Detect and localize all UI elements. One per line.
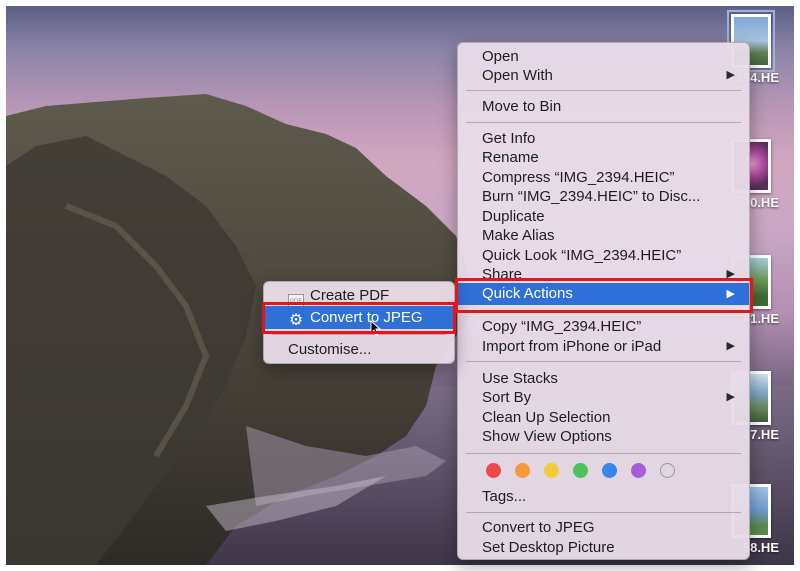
menu-separator: [466, 90, 741, 91]
menu-item-label: Quick Look “IMG_2394.HEIC”: [482, 247, 682, 264]
tag-yellow-dot[interactable]: [544, 463, 559, 478]
menu-item-label: Set Desktop Picture: [482, 539, 615, 556]
menu-separator: [466, 453, 741, 454]
menu-item-label: Duplicate: [482, 208, 545, 225]
menu-item-get-info[interactable]: Get Info: [458, 129, 749, 148]
tag-purple-dot[interactable]: [631, 463, 646, 478]
menu-separator: [466, 512, 741, 513]
submenu-arrow-icon: ▶: [726, 340, 735, 352]
menu-item-label: Open With: [482, 67, 553, 84]
menu-item-rename[interactable]: Rename: [458, 148, 749, 167]
menu-item-quick-look[interactable]: Quick Look “IMG_2394.HEIC”: [458, 246, 749, 265]
menu-item-move-to-bin[interactable]: Move to Bin: [458, 97, 749, 116]
menu-item-set-desktop-picture[interactable]: Set Desktop Picture: [458, 538, 749, 557]
menu-item-make-alias[interactable]: Make Alias: [458, 226, 749, 245]
menu-item-convert-jpeg[interactable]: Convert to JPEG: [458, 518, 749, 537]
menu-item-sort-by[interactable]: Sort By ▶: [458, 388, 749, 407]
menu-item-clean-up[interactable]: Clean Up Selection: [458, 408, 749, 427]
menu-item-tags[interactable]: Tags...: [458, 487, 749, 506]
menu-separator: [272, 334, 446, 335]
menu-item-open-with[interactable]: Open With ▶: [458, 66, 749, 85]
menu-item-label: Show View Options: [482, 428, 612, 445]
menu-item-import-iphone[interactable]: Import from iPhone or iPad ▶: [458, 337, 749, 356]
menu-item-label: Get Info: [482, 130, 536, 147]
tag-red-dot[interactable]: [486, 463, 501, 478]
tag-blue-dot[interactable]: [602, 463, 617, 478]
menu-item-copy[interactable]: Copy “IMG_2394.HEIC”: [458, 317, 749, 336]
menu-item-label: Open: [482, 48, 519, 65]
menu-item-label: Clean Up Selection: [482, 409, 611, 426]
menu-item-label: Use Stacks: [482, 370, 558, 387]
menu-item-use-stacks[interactable]: Use Stacks: [458, 369, 749, 388]
menu-item-open[interactable]: Open: [458, 47, 749, 66]
annotation-highlight-quick-actions: [455, 278, 753, 313]
menu-item-label: Tags...: [482, 488, 527, 505]
tag-orange-dot[interactable]: [515, 463, 530, 478]
submenu-item-customise[interactable]: Customise...: [264, 340, 454, 360]
menu-item-label: Convert to JPEG: [482, 519, 595, 536]
menu-separator: [466, 122, 741, 123]
menu-item-show-view-options[interactable]: Show View Options: [458, 427, 749, 446]
submenu-arrow-icon: ▶: [726, 69, 735, 81]
menu-item-label: Sort By: [482, 389, 532, 406]
menu-item-label: Burn “IMG_2394.HEIC” to Disc...: [482, 188, 701, 205]
menu-separator: [466, 361, 741, 362]
menu-item-label: Make Alias: [482, 227, 555, 244]
menu-item-label: Compress “IMG_2394.HEIC”: [482, 169, 675, 186]
submenu-item-label: Customise...: [288, 341, 372, 358]
menu-item-label: Import from iPhone or iPad: [482, 338, 662, 355]
annotation-highlight-convert-jpeg: [262, 302, 456, 334]
menu-item-label: Rename: [482, 149, 539, 166]
menu-item-label: Copy “IMG_2394.HEIC”: [482, 318, 642, 335]
submenu-arrow-icon: ▶: [726, 391, 735, 403]
menu-item-burn[interactable]: Burn “IMG_2394.HEIC” to Disc...: [458, 187, 749, 206]
tag-grey-dot[interactable]: [660, 463, 675, 478]
menu-item-duplicate[interactable]: Duplicate: [458, 207, 749, 226]
menu-item-compress[interactable]: Compress “IMG_2394.HEIC”: [458, 168, 749, 187]
tag-green-dot[interactable]: [573, 463, 588, 478]
menu-item-label: Move to Bin: [482, 98, 562, 115]
